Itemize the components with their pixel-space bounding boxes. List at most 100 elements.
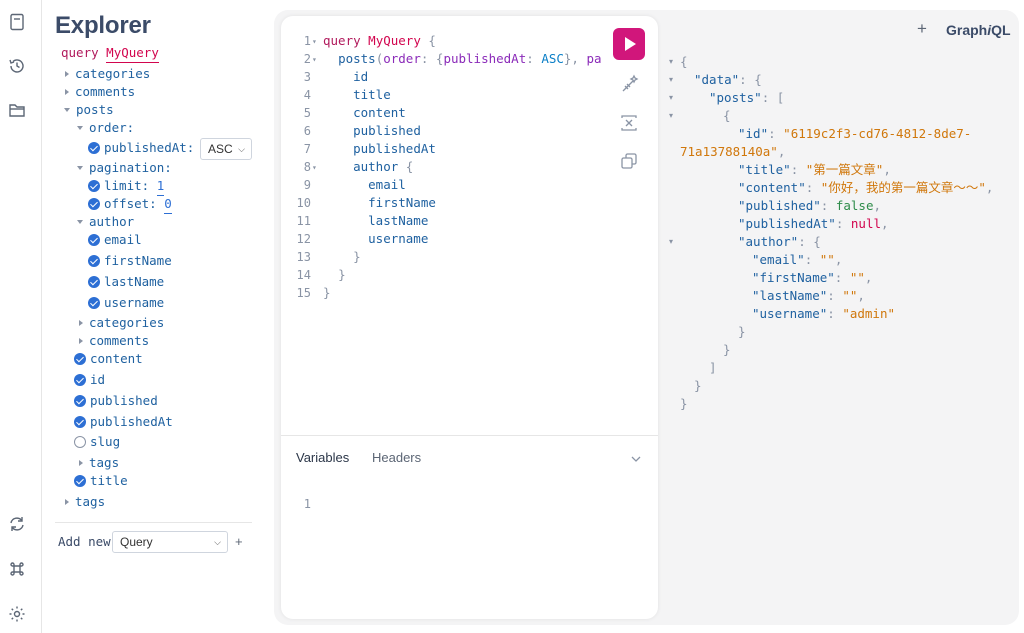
token: "" — [849, 270, 865, 285]
explorer-item-label: slug — [90, 434, 121, 449]
explorer-arg-limit[interactable]: limit: 1 — [88, 177, 165, 196]
caret-right-icon — [79, 320, 83, 326]
query-editor[interactable]: 1 ▾ query MyQuery { 2 ▾ posts(order: {publi… — [281, 16, 601, 436]
explorer-item-author-comments[interactable]: comments — [79, 332, 149, 350]
token: "publishedAt" — [738, 216, 836, 231]
explorer-arg-publishedAt[interactable]: publishedAt: — [88, 139, 194, 157]
docs-icon[interactable] — [8, 13, 26, 31]
copy-query-icon[interactable] — [619, 151, 639, 171]
add-tab-button[interactable]: + — [917, 19, 927, 39]
token: { — [398, 159, 414, 174]
explorer-item-comments[interactable]: comments — [65, 83, 135, 101]
token: : — [526, 51, 542, 66]
explorer-item-published[interactable]: published — [74, 392, 158, 410]
execute-query-button[interactable] — [613, 28, 645, 60]
explorer-item-label: tags — [75, 494, 106, 509]
fold-icon[interactable]: ▾ — [312, 159, 317, 177]
line-number: 6 — [303, 124, 311, 138]
token: "你好，我的第一篇文章～～" — [820, 180, 986, 195]
fold-icon[interactable]: ▾ — [669, 93, 673, 102]
token: null — [850, 216, 882, 231]
token: "firstName" — [752, 270, 835, 285]
explorer-item-label: id — [90, 372, 106, 387]
explorer-item-label: lastName — [104, 274, 165, 289]
checked-icon — [74, 416, 86, 428]
fold-icon[interactable]: ▾ — [312, 51, 317, 69]
settings-icon[interactable] — [8, 605, 26, 623]
checked-icon — [88, 234, 100, 246]
explorer-item-tags[interactable]: tags — [65, 493, 105, 511]
explorer-item-content[interactable]: content — [74, 350, 143, 368]
explorer-item-lastName[interactable]: lastName — [88, 273, 164, 291]
explorer-arg-offset[interactable]: offset: 0 — [88, 195, 172, 214]
explorer-item-label: offset: — [104, 196, 157, 211]
fold-icon[interactable]: ▾ — [669, 57, 673, 66]
explorer-item-id[interactable]: id — [74, 371, 105, 389]
token: content — [353, 105, 406, 120]
token: false — [835, 198, 874, 213]
explorer-item-author-categories[interactable]: categories — [79, 314, 164, 332]
line-number: 12 — [296, 232, 311, 246]
explorer-item-categories[interactable]: categories — [65, 65, 150, 83]
refetch-icon[interactable] — [8, 515, 26, 533]
explorer-arg-pagination[interactable]: pagination: — [77, 159, 172, 177]
token: published — [353, 123, 421, 138]
order-direction-select[interactable]: ASC ⌵ — [200, 138, 252, 160]
fold-icon[interactable]: ▾ — [669, 237, 673, 246]
token: lastName — [368, 213, 429, 228]
explorer-item-title[interactable]: title — [74, 472, 128, 490]
explorer-item-slug[interactable]: slug — [74, 433, 120, 451]
explorer-item-posts[interactable]: posts — [64, 101, 114, 119]
fold-icon[interactable]: ▾ — [669, 111, 673, 120]
explorer-item-email[interactable]: email — [88, 231, 142, 249]
checked-icon — [88, 198, 100, 210]
fold-icon[interactable]: ▾ — [669, 75, 673, 84]
explorer-item-label: categories — [89, 315, 165, 330]
tab-headers[interactable]: Headers — [372, 450, 421, 466]
explorer-item-label: publishedAt — [90, 414, 173, 429]
shortcuts-icon[interactable] — [8, 560, 26, 578]
offset-input[interactable]: 0 — [164, 195, 172, 214]
history-icon[interactable] — [8, 57, 26, 75]
caret-right-icon — [79, 460, 83, 466]
explorer-item-author[interactable]: author — [77, 213, 134, 231]
line-number: 10 — [296, 196, 311, 210]
explorer-item-username[interactable]: username — [88, 294, 164, 312]
add-new-operation-select[interactable]: Query ⌵ — [112, 531, 228, 553]
limit-input[interactable]: 1 — [156, 177, 165, 196]
explorer-item-publishedAt[interactable]: publishedAt — [74, 413, 173, 431]
token: "posts" — [709, 90, 762, 105]
explorer-item-label: limit: — [104, 178, 150, 193]
token: }, — [563, 51, 587, 66]
merge-fragments-icon[interactable] — [619, 113, 639, 133]
token: ASC — [541, 51, 564, 66]
checked-icon — [88, 276, 100, 288]
line-number: 5 — [303, 106, 311, 120]
caret-down-icon — [77, 220, 83, 224]
checked-icon — [74, 475, 86, 487]
tab-variables[interactable]: Variables — [296, 450, 349, 466]
token: order — [383, 51, 421, 66]
checked-icon — [74, 353, 86, 365]
explorer-item-firstName[interactable]: firstName — [88, 252, 172, 270]
token: "email" — [752, 252, 805, 267]
token: firstName — [368, 195, 436, 210]
caret-right-icon — [65, 499, 69, 505]
fold-icon[interactable]: ▾ — [312, 33, 317, 51]
explorer-item-posts-tags[interactable]: tags — [79, 454, 119, 472]
token: query — [323, 33, 361, 48]
line-number: 1 — [303, 34, 311, 48]
explorer-arg-order[interactable]: order: — [77, 119, 134, 137]
explorer-item-label: categories — [75, 66, 151, 81]
caret-right-icon — [65, 89, 69, 95]
select-value: ASC — [208, 142, 233, 156]
line-number: 15 — [296, 286, 311, 300]
token: { — [680, 54, 688, 69]
line-number: 7 — [303, 142, 311, 156]
add-new-button[interactable]: + — [235, 533, 243, 551]
prettify-icon[interactable] — [619, 74, 639, 94]
token: } — [323, 285, 331, 300]
chevron-down-icon[interactable] — [630, 452, 642, 464]
operation-name-input[interactable]: MyQuery — [106, 44, 159, 63]
explorer-folder-icon[interactable] — [8, 101, 26, 119]
